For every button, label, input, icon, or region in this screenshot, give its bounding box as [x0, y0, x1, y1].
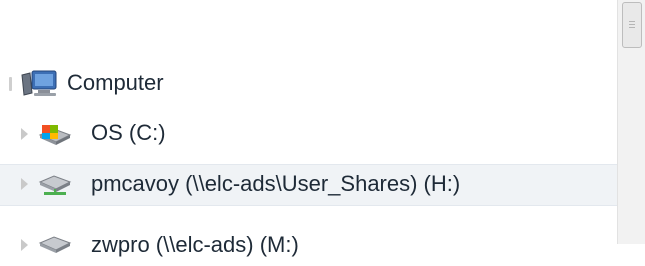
grip-line	[629, 21, 635, 22]
tree-item-network-drive-h[interactable]: pmcavoy (\\elc-ads\User_Shares) (H:)	[0, 164, 618, 206]
expand-arrow-icon[interactable]	[21, 239, 28, 251]
tree-item-label: zwpro (\\elc-ads) (M:)	[91, 232, 299, 257]
tree-item-label: Computer	[67, 70, 164, 95]
navigation-tree: Computer OS (C:) pmcavoy (\\elc-ads\User…	[0, 0, 618, 257]
tree-item-network-drive-m[interactable]: zwpro (\\elc-ads) (M:)	[0, 226, 618, 266]
drive-icon	[38, 123, 72, 152]
scrollbar-thumb[interactable]	[622, 2, 642, 48]
expand-arrow-icon[interactable]	[21, 128, 28, 140]
network-drive-icon	[38, 172, 72, 203]
grip-line	[629, 27, 635, 28]
tree-item-label: OS (C:)	[91, 120, 166, 145]
network-drive-icon	[38, 233, 72, 264]
computer-icon	[20, 69, 60, 104]
vertical-scrollbar[interactable]	[617, 0, 645, 244]
tree-item-label: pmcavoy (\\elc-ads\User_Shares) (H:)	[91, 171, 461, 196]
tree-item-computer[interactable]: Computer	[0, 64, 618, 104]
tree-item-os-drive[interactable]: OS (C:)	[0, 114, 618, 154]
collapse-arrow-icon[interactable]	[9, 77, 12, 91]
grip-line	[629, 24, 635, 25]
expand-arrow-icon[interactable]	[21, 178, 28, 190]
